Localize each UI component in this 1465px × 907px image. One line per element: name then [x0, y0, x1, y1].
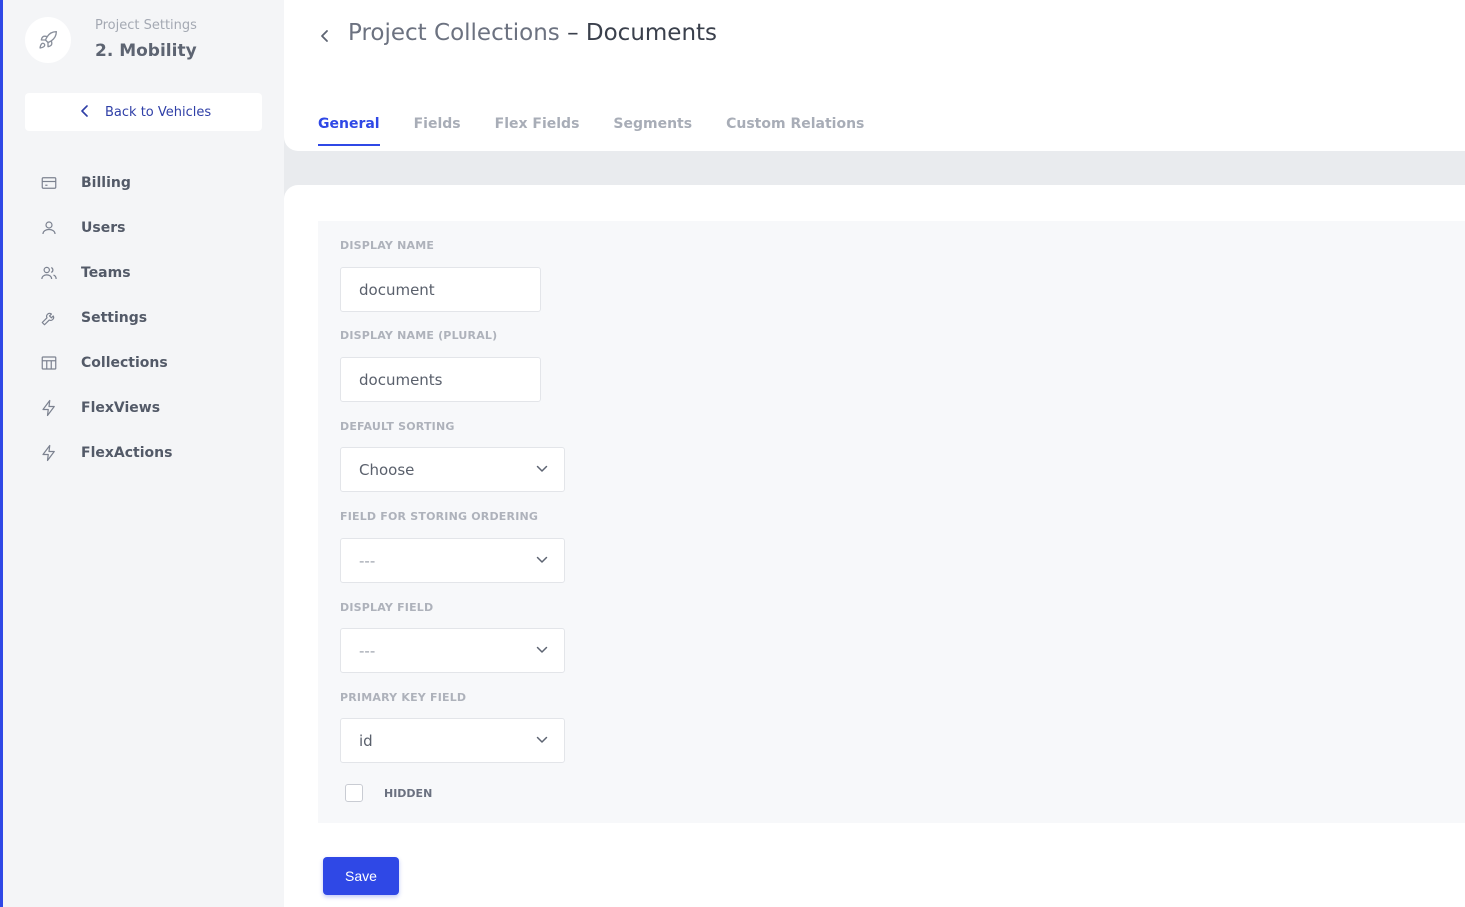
sidebar-item-flexactions[interactable]: FlexActions: [3, 430, 284, 475]
credit-card-icon: [40, 174, 58, 192]
bolt-icon: [40, 399, 58, 417]
chevron-left-icon[interactable]: [320, 28, 330, 48]
sidebar-item-users[interactable]: Users: [3, 205, 284, 250]
display-field-select[interactable]: ---: [340, 628, 565, 673]
primary-key-value: id: [359, 731, 373, 750]
sidebar-item-label: Teams: [81, 264, 131, 281]
table-icon: [40, 354, 58, 372]
chevron-down-icon: [536, 465, 548, 472]
sidebar: Project Settings 2. Mobility Back to Veh…: [3, 0, 284, 907]
sidebar-item-label: FlexActions: [81, 444, 173, 461]
sidebar-item-label: Billing: [81, 174, 131, 191]
hidden-checkbox[interactable]: [345, 784, 363, 802]
save-button[interactable]: Save: [323, 857, 399, 895]
page-title: Project Collections – Documents: [348, 20, 717, 46]
user-icon: [40, 219, 58, 237]
sidebar-nav: Billing Users Teams Settings Collections: [3, 160, 284, 475]
general-form: DISPLAY NAME DISPLAY NAME (PLURAL) DEFAU…: [318, 221, 1465, 823]
display-field-value: ---: [359, 641, 376, 660]
ordering-field-select[interactable]: ---: [340, 538, 565, 583]
page-header: Project Collections – Documents General …: [284, 0, 1465, 151]
ordering-field-value: ---: [359, 551, 376, 570]
default-sorting-label: DEFAULT SORTING: [340, 420, 455, 433]
display-name-input[interactable]: [340, 267, 541, 312]
tab-flex-fields[interactable]: Flex Fields: [495, 116, 580, 146]
chevron-down-icon: [536, 646, 548, 653]
tab-fields[interactable]: Fields: [414, 116, 461, 146]
rocket-icon: [39, 30, 57, 49]
project-logo[interactable]: [25, 17, 71, 63]
back-to-vehicles-button[interactable]: Back to Vehicles: [25, 93, 262, 131]
display-name-plural-input[interactable]: [340, 357, 541, 402]
hidden-checkbox-row: HIDDEN: [345, 784, 432, 802]
default-sorting-value: Choose: [359, 460, 415, 479]
hidden-checkbox-label: HIDDEN: [384, 786, 433, 800]
sidebar-item-flexviews[interactable]: FlexViews: [3, 385, 284, 430]
display-name-plural-label: DISPLAY NAME (PLURAL): [340, 329, 498, 342]
breadcrumb-current: Documents: [585, 20, 718, 46]
display-field-label: DISPLAY FIELD: [340, 601, 434, 614]
primary-key-label: PRIMARY KEY FIELD: [340, 691, 467, 704]
tab-segments[interactable]: Segments: [613, 116, 692, 146]
users-icon: [40, 264, 58, 282]
sidebar-item-label: Collections: [81, 354, 168, 371]
content-area: DISPLAY NAME DISPLAY NAME (PLURAL) DEFAU…: [284, 185, 1465, 907]
back-button-label: Back to Vehicles: [105, 104, 212, 120]
sidebar-item-label: Users: [81, 219, 126, 236]
display-name-label: DISPLAY NAME: [340, 239, 435, 252]
sidebar-item-label: FlexViews: [81, 399, 161, 416]
project-settings-label: Project Settings: [95, 18, 197, 33]
tab-general[interactable]: General: [318, 116, 380, 146]
chevron-down-icon: [536, 736, 548, 743]
sidebar-item-billing[interactable]: Billing: [3, 160, 284, 205]
sidebar-item-label: Settings: [81, 309, 148, 326]
primary-key-select[interactable]: id: [340, 718, 565, 763]
chevron-down-icon: [536, 556, 548, 563]
tab-bar: General Fields Flex Fields Segments Cust…: [318, 116, 898, 146]
sidebar-item-collections[interactable]: Collections: [3, 340, 284, 385]
sidebar-item-settings[interactable]: Settings: [3, 295, 284, 340]
default-sorting-select[interactable]: Choose: [340, 447, 565, 492]
breadcrumb-parent[interactable]: Project Collections: [348, 20, 560, 46]
tab-custom-relations[interactable]: Custom Relations: [726, 116, 864, 146]
breadcrumb-separator: –: [559, 20, 586, 46]
wrench-icon: [40, 309, 58, 327]
ordering-field-label: FIELD FOR STORING ORDERING: [340, 510, 539, 523]
project-name: 2. Mobility: [95, 41, 197, 61]
bolt-icon: [40, 444, 58, 462]
chevron-left-icon: [81, 105, 88, 117]
sidebar-item-teams[interactable]: Teams: [3, 250, 284, 295]
